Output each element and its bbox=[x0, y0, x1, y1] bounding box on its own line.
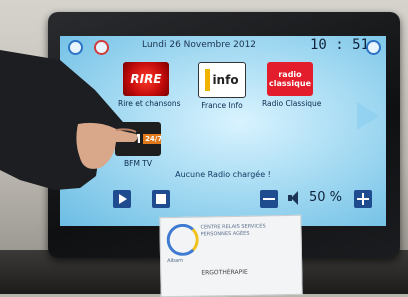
france-info-logo: info bbox=[198, 62, 246, 98]
station-tile-france-info[interactable]: info France Info bbox=[194, 62, 250, 110]
stop-button[interactable] bbox=[152, 190, 170, 208]
plus-icon bbox=[362, 193, 364, 205]
info-card: CENTRE RELAIS SERVICES PERSONNES AGÉES A… bbox=[159, 214, 303, 297]
play-icon bbox=[119, 194, 127, 204]
card-line-1: CENTRE RELAIS SERVICES bbox=[200, 223, 266, 231]
station-label: France Info bbox=[201, 101, 243, 110]
speaker-icon bbox=[288, 191, 298, 205]
volume-down-button[interactable] bbox=[260, 190, 278, 208]
card-line-4: ERGOTHÉRAPIE bbox=[201, 268, 248, 277]
radio-classique-logo: radio classique bbox=[267, 62, 313, 96]
station-label: Radio Classique bbox=[262, 99, 322, 108]
minus-icon bbox=[263, 198, 275, 200]
date-display: Lundi 26 Novembre 2012 bbox=[142, 40, 257, 50]
card-logo bbox=[166, 223, 199, 257]
station-tile-radio-classique[interactable]: radio classique Radio Classique bbox=[262, 62, 322, 108]
clock-display: 10 : 51 bbox=[310, 37, 370, 53]
stop-icon bbox=[156, 194, 166, 204]
card-line-2: PERSONNES AGÉES bbox=[200, 230, 250, 238]
user-hand-and-arm bbox=[0, 50, 138, 190]
play-button[interactable] bbox=[113, 190, 131, 208]
volume-level: 50 % bbox=[309, 190, 343, 205]
card-line-3: Albarn bbox=[167, 257, 184, 265]
settings-icon[interactable] bbox=[366, 40, 381, 55]
next-arrow-icon[interactable] bbox=[357, 102, 379, 130]
volume-up-button[interactable] bbox=[354, 190, 372, 208]
